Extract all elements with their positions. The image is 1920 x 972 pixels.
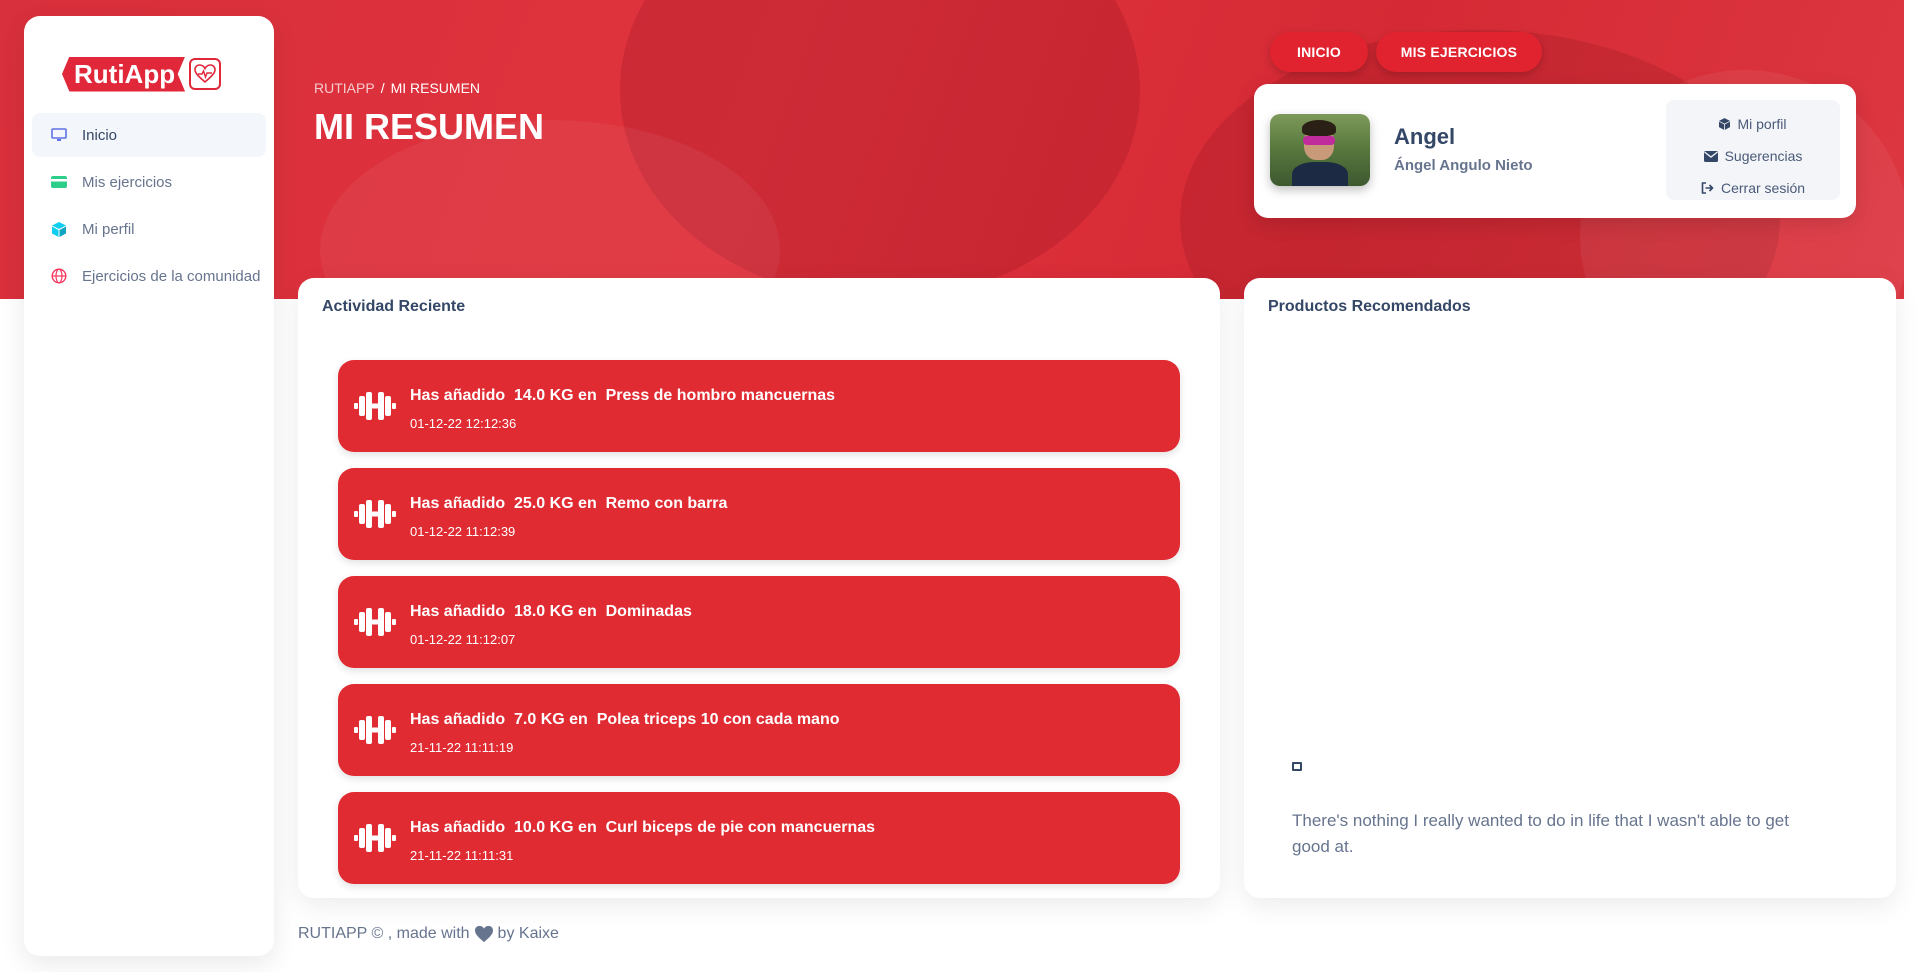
dumbbell-icon xyxy=(354,608,396,636)
activity-item: Has añadido 18.0 KG en Dominadas 01-12-2… xyxy=(338,576,1180,668)
logout-link[interactable]: Cerrar sesión xyxy=(1666,172,1840,204)
breadcrumb: RUTIAPP / MI RESUMEN xyxy=(314,80,480,96)
sidebar-item-mis-ejercicios[interactable]: Mis ejercicios xyxy=(32,160,266,204)
user-menu: Mi porfil Sugerencias Cerrar sesión xyxy=(1666,100,1840,200)
activity-item: Has añadido 7.0 KG en Polea triceps 10 c… xyxy=(338,684,1180,776)
activity-list: Has añadido 14.0 KG en Press de hombro m… xyxy=(338,360,1180,900)
avatar xyxy=(1270,114,1370,186)
breadcrumb-separator: / xyxy=(380,80,385,96)
activity-date: 01-12-22 11:12:39 xyxy=(410,524,516,539)
sidebar-item-inicio[interactable]: Inicio xyxy=(32,113,266,157)
activity-text: Has añadido 18.0 KG en Dominadas xyxy=(410,603,692,620)
quote-text: There's nothing I really wanted to do in… xyxy=(1292,811,1789,856)
cube-icon xyxy=(1719,118,1731,130)
suggestions-link[interactable]: Sugerencias xyxy=(1666,140,1840,172)
sidebar-item-mi-perfil[interactable]: Mi perfil xyxy=(32,207,266,251)
suggestions-link-label: Sugerencias xyxy=(1724,148,1803,164)
breadcrumb-root[interactable]: RUTIAPP xyxy=(314,80,375,96)
activity-text: Has añadido 25.0 KG en Remo con barra xyxy=(410,495,728,512)
sidebar-item-label: Ejercicios de la comunidad xyxy=(82,267,261,285)
recent-activity-title: Actividad Reciente xyxy=(322,298,466,315)
sidebar-item-label: Inicio xyxy=(82,126,118,144)
recommended-products-card: Productos Recomendados There's nothing I… xyxy=(1244,278,1896,898)
mis-ejercicios-button[interactable]: MIS EJERCICIOS xyxy=(1376,32,1542,72)
app-logo[interactable]: RutiApp xyxy=(62,56,228,92)
sidebar-item-comunidad[interactable]: Ejercicios de la comunidad xyxy=(32,254,266,298)
sidebar: RutiApp Inicio Mis ejercicios Mi perfil xyxy=(24,16,274,956)
cube-icon xyxy=(50,220,68,238)
footer: RUTIAPP © , made with by Kaixe xyxy=(298,925,559,943)
dumbbell-icon xyxy=(354,392,396,420)
user-name: Angel xyxy=(1394,124,1456,149)
logout-link-label: Cerrar sesión xyxy=(1720,180,1806,196)
heart-icon xyxy=(189,58,222,90)
sidebar-nav: Inicio Mis ejercicios Mi perfil Ejercici… xyxy=(32,113,266,301)
sign-out-icon xyxy=(1701,182,1714,194)
recent-activity-card: Actividad Reciente Has añadido 14.0 KG e… xyxy=(298,278,1220,898)
activity-text: Has añadido 14.0 KG en Press de hombro m… xyxy=(410,387,836,404)
activity-item: Has añadido 10.0 KG en Curl biceps de pi… xyxy=(338,792,1180,884)
activity-item: Has añadido 25.0 KG en Remo con barra 01… xyxy=(338,468,1180,560)
inicio-button[interactable]: INICIO xyxy=(1270,32,1368,72)
credit-card-icon xyxy=(50,173,68,191)
profile-link-label: Mi porfil xyxy=(1737,116,1787,132)
recommended-products-title: Productos Recomendados xyxy=(1268,298,1471,315)
monitor-icon xyxy=(50,126,68,144)
dumbbell-icon xyxy=(354,824,396,852)
sidebar-item-label: Mis ejercicios xyxy=(82,173,173,191)
footer-right: by Kaixe xyxy=(497,925,559,942)
envelope-icon xyxy=(1703,150,1718,162)
sidebar-item-label: Mi perfil xyxy=(82,220,135,238)
activity-text: Has añadido 10.0 KG en Curl biceps de pi… xyxy=(410,819,876,836)
breadcrumb-current: MI RESUMEN xyxy=(390,80,481,96)
activity-date: 21-11-22 11:11:31 xyxy=(410,848,514,863)
page-title: MI RESUMEN xyxy=(314,106,545,147)
activity-date: 01-12-22 11:12:07 xyxy=(410,632,516,647)
activity-date: 01-12-22 12:12:36 xyxy=(410,416,517,431)
user-full-name: Ángel Angulo Nieto xyxy=(1394,157,1533,174)
logo-text: RutiApp xyxy=(62,56,186,92)
activity-item: Has añadido 14.0 KG en Press de hombro m… xyxy=(338,360,1180,452)
globe-icon xyxy=(50,267,68,285)
heart-icon xyxy=(474,925,494,943)
broken-image-icon xyxy=(1292,762,1302,771)
dumbbell-icon xyxy=(354,716,396,744)
profile-link[interactable]: Mi porfil xyxy=(1666,108,1840,140)
user-card: Angel Ángel Angulo Nieto Mi porfil Suger… xyxy=(1254,84,1856,218)
dumbbell-icon xyxy=(354,500,396,528)
activity-text: Has añadido 7.0 KG en Polea triceps 10 c… xyxy=(410,711,840,728)
activity-date: 21-11-22 11:11:19 xyxy=(410,740,514,755)
footer-left: RUTIAPP © , made with xyxy=(298,925,470,942)
